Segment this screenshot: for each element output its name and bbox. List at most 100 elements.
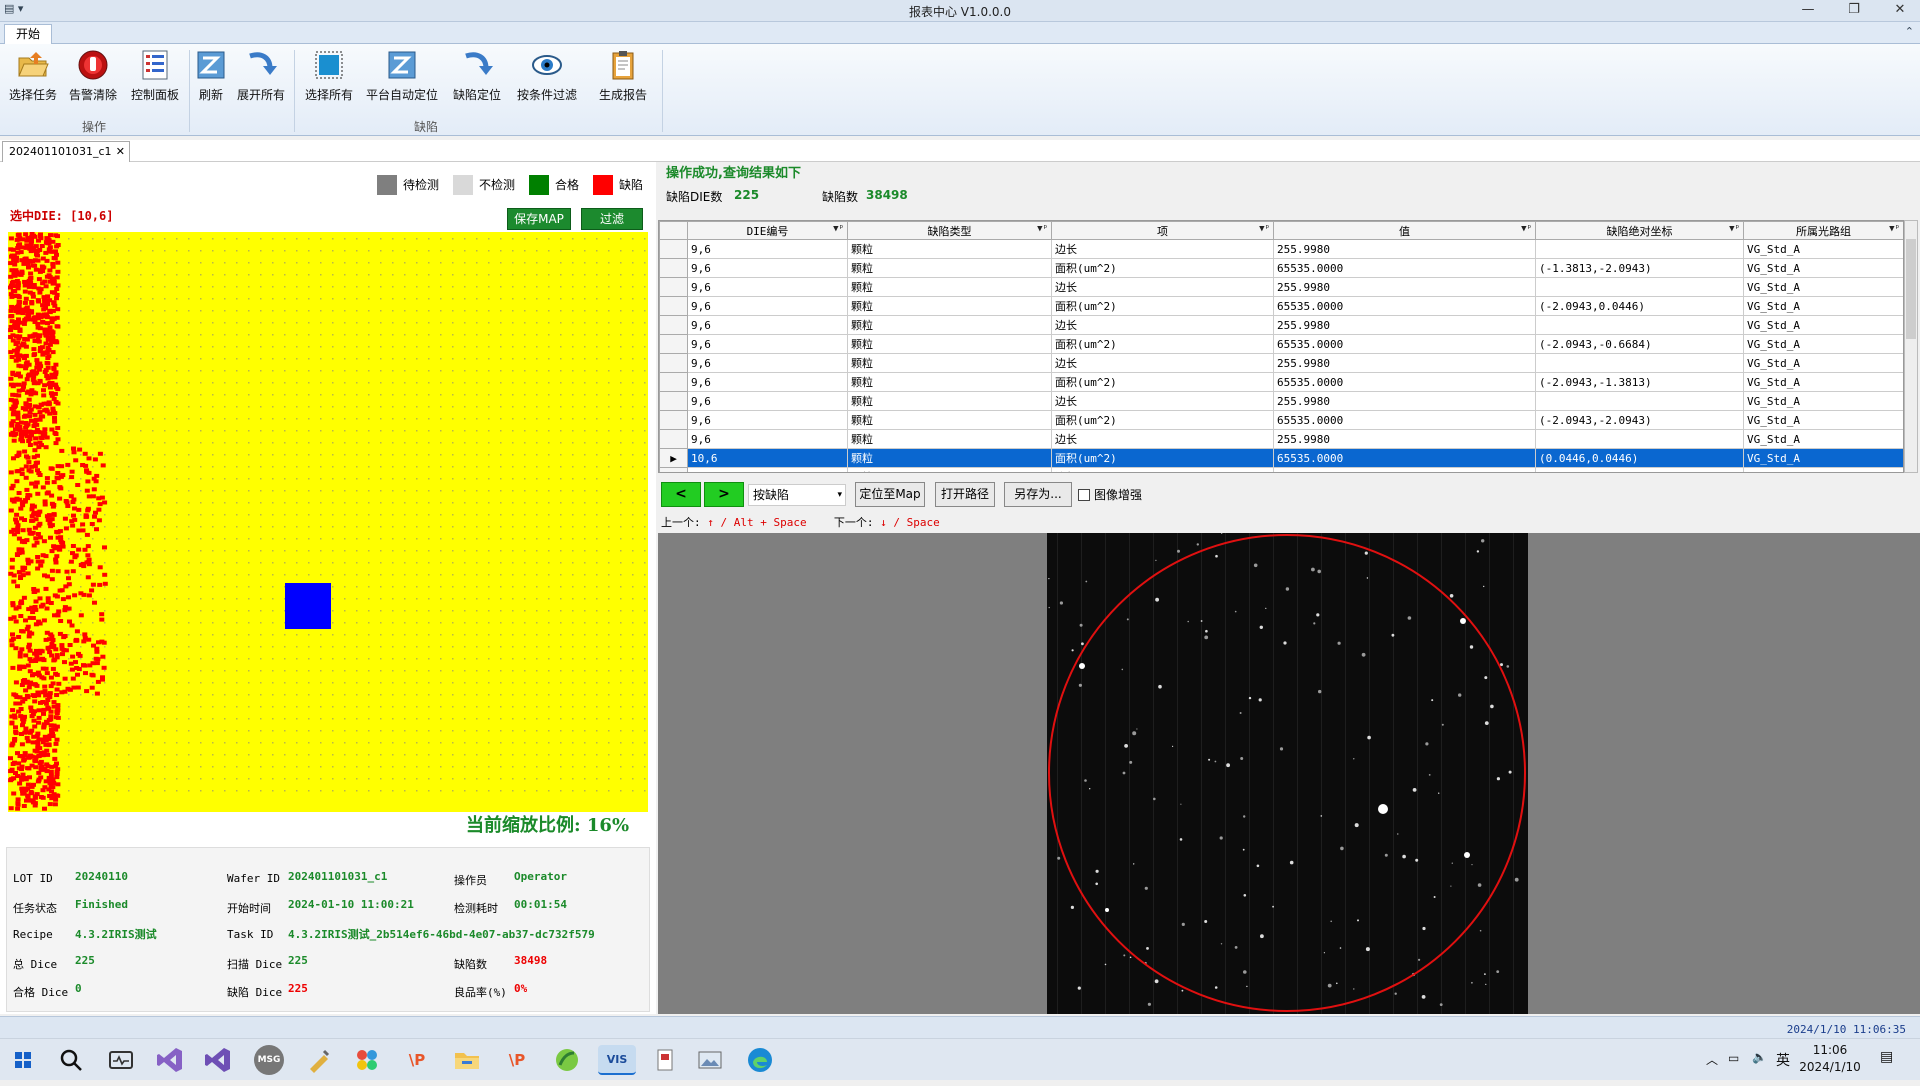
defect-die-mark bbox=[42, 306, 48, 311]
generate-report-button[interactable]: 生成报告 bbox=[596, 48, 650, 103]
row-header[interactable] bbox=[659, 429, 688, 449]
next-defect-button[interactable]: > bbox=[704, 482, 744, 507]
msg-app-icon[interactable]: MSG bbox=[254, 1045, 284, 1075]
row-header[interactable] bbox=[659, 296, 688, 316]
table-row[interactable]: 9,6 颗粒 边长 255.9980 VG_Std_A bbox=[659, 353, 1903, 373]
wafer-map[interactable] bbox=[8, 232, 648, 812]
row-header[interactable]: ▶ bbox=[659, 448, 688, 468]
clock-date[interactable]: 2024/1/10 bbox=[1796, 1060, 1864, 1074]
edge-browser-icon[interactable] bbox=[745, 1045, 775, 1075]
ime-indicator[interactable]: 英 bbox=[1776, 1050, 1790, 1070]
table-row[interactable]: 9,6 颗粒 面积(um^2) 65535.0000 (-2.0943,-2.0943)… bbox=[659, 410, 1903, 430]
checkbox-box[interactable] bbox=[1078, 489, 1090, 501]
navigation-mode-select[interactable]: 按缺陷 ▾ bbox=[748, 484, 846, 506]
column-header[interactable]: 项 ▼ᵖ bbox=[1051, 221, 1274, 240]
close-button[interactable]: ✕ bbox=[1880, 2, 1920, 17]
die-dot bbox=[260, 238, 262, 240]
vp-app-2-icon[interactable]: \P bbox=[502, 1045, 532, 1075]
row-header[interactable] bbox=[659, 334, 688, 354]
tab-start[interactable]: 开始 bbox=[4, 24, 52, 45]
selected-die-marker[interactable] bbox=[285, 583, 331, 629]
vis-app-icon[interactable]: VIS bbox=[598, 1045, 636, 1075]
picture-viewer-icon[interactable] bbox=[695, 1045, 725, 1075]
die-dot bbox=[104, 238, 106, 240]
row-header[interactable] bbox=[659, 258, 688, 278]
table-row[interactable]: 9,6 颗粒 面积(um^2) 65535.0000 (-2.0943,0.0446) V… bbox=[659, 296, 1903, 316]
windows-start-icon[interactable] bbox=[8, 1045, 38, 1075]
volume-icon[interactable]: 🔈 bbox=[1752, 1050, 1767, 1064]
green-app-icon[interactable] bbox=[552, 1045, 582, 1075]
control-panel-button[interactable]: 控制面板 bbox=[128, 48, 182, 103]
column-header[interactable]: 缺陷类型 ▼ᵖ bbox=[847, 221, 1052, 240]
select-task-button[interactable]: 选择任务 bbox=[6, 48, 60, 103]
defect-locate-button[interactable]: 缺陷定位 bbox=[450, 48, 504, 103]
column-header[interactable]: 缺陷绝对坐标 ▼ᵖ bbox=[1535, 221, 1744, 240]
table-row[interactable]: 9,6 颗粒 边长 255.9980 VG_Std_A bbox=[659, 429, 1903, 449]
select-all-button[interactable]: 选择所有 bbox=[302, 48, 356, 103]
filter-button[interactable]: 过滤 bbox=[581, 208, 643, 230]
column-header[interactable]: 值 ▼ᵖ bbox=[1273, 221, 1536, 240]
clock-time[interactable]: 11:06 bbox=[1800, 1043, 1860, 1057]
table-row[interactable]: 9,6 颗粒 边长 255.9980 VG_Std_A bbox=[659, 239, 1903, 259]
die-image[interactable] bbox=[1047, 533, 1528, 1014]
refresh-button[interactable]: 刷新 bbox=[194, 48, 228, 103]
filter-icon[interactable]: ▼ᵖ bbox=[833, 224, 844, 234]
table-row[interactable]: 9,6 颗粒 边长 255.9980 VG_Std_A bbox=[659, 391, 1903, 411]
die-image-canvas[interactable] bbox=[1047, 533, 1528, 1014]
save-map-button[interactable]: 保存MAP bbox=[507, 208, 571, 230]
row-header[interactable] bbox=[659, 353, 688, 373]
table-row[interactable]: 9,6 颗粒 边长 255.9980 VG_Std_A bbox=[659, 315, 1903, 335]
filter-icon[interactable]: ▼ᵖ bbox=[1889, 224, 1900, 234]
row-header[interactable] bbox=[659, 277, 688, 297]
chevron-up-icon[interactable]: ︿ bbox=[1706, 1051, 1718, 1068]
row-header[interactable] bbox=[659, 391, 688, 411]
restore-button[interactable]: ❐ bbox=[1834, 2, 1874, 17]
search-icon[interactable] bbox=[56, 1045, 86, 1075]
row-header[interactable] bbox=[659, 239, 688, 259]
table-row[interactable]: ▶ 10,6 颗粒 面积(um^2) 65535.0000 (0.0446,0.0446)… bbox=[659, 448, 1903, 468]
palette-icon[interactable] bbox=[352, 1045, 382, 1075]
folder-icon[interactable] bbox=[452, 1045, 482, 1075]
visual-studio-2-icon[interactable] bbox=[203, 1045, 233, 1075]
row-header[interactable] bbox=[659, 372, 688, 392]
wafer-map-canvas[interactable] bbox=[8, 232, 648, 812]
table-row[interactable]: 9,6 颗粒 边长 255.9980 VG_Std_A bbox=[659, 277, 1903, 297]
minimize-button[interactable]: — bbox=[1788, 2, 1828, 17]
table-row[interactable]: 9,6 颗粒 面积(um^2) 65535.0000 (-2.0943,-0.6684)… bbox=[659, 334, 1903, 354]
document-tab[interactable]: 202401101031_c1 ✕ bbox=[2, 141, 130, 162]
filter-icon[interactable]: ▼ᵖ bbox=[1521, 224, 1532, 234]
tools-icon[interactable] bbox=[304, 1045, 334, 1075]
previous-defect-button[interactable]: < bbox=[661, 482, 701, 507]
ribbon-collapse-icon[interactable]: ⌃ bbox=[1905, 25, 1914, 38]
table-row[interactable]: 9,6 颗粒 面积(um^2) 65535.0000 (-1.3813,-2.0943)… bbox=[659, 258, 1903, 278]
filter-by-condition-button[interactable]: 按条件过滤 bbox=[514, 48, 580, 103]
platform-auto-locate-button[interactable]: 平台自动定位 bbox=[364, 48, 440, 103]
visual-studio-icon[interactable] bbox=[155, 1045, 185, 1075]
row-header[interactable] bbox=[659, 410, 688, 430]
filter-icon[interactable]: ▼ᵖ bbox=[1259, 224, 1270, 234]
column-header[interactable]: DIE编号 ▼ᵖ bbox=[687, 221, 848, 240]
table-row[interactable]: 9,6 颗粒 面积(um^2) 65535.0000 (-2.0943,-1.3813)… bbox=[659, 372, 1903, 392]
scrollbar-thumb[interactable] bbox=[1906, 239, 1916, 339]
die-dot bbox=[452, 694, 454, 696]
document-icon[interactable] bbox=[650, 1045, 680, 1075]
close-tab-icon[interactable]: ✕ bbox=[116, 142, 125, 161]
defect-table[interactable]: DIE编号 ▼ᵖ 缺陷类型 ▼ᵖ 项 ▼ᵖ 值 ▼ᵖ 缺陷绝对坐标 ▼ᵖ 所属光路组 ▼ᵖ 9,6 颗粒… bbox=[658, 220, 1904, 473]
column-header[interactable]: 所属光路组 ▼ᵖ bbox=[1743, 221, 1903, 240]
save-as-button[interactable]: 另存为... bbox=[1004, 482, 1072, 507]
notification-icon[interactable]: ▤ bbox=[1880, 1049, 1893, 1065]
vp-app-icon[interactable]: \P bbox=[402, 1045, 432, 1075]
filter-icon[interactable]: ▼ᵖ bbox=[1729, 224, 1740, 234]
row-header[interactable] bbox=[659, 315, 688, 335]
clear-alarm-button[interactable]: 告警清除 bbox=[66, 48, 120, 103]
task-monitor-icon[interactable] bbox=[106, 1045, 136, 1075]
open-path-button[interactable]: 打开路径 bbox=[935, 482, 995, 507]
filter-icon[interactable]: ▼ᵖ bbox=[1037, 224, 1048, 234]
image-enhance-checkbox[interactable]: 图像增强 bbox=[1078, 486, 1142, 503]
network-icon[interactable]: ▭ bbox=[1728, 1051, 1739, 1065]
table-row[interactable]: 10,6颗粒边长255.9980VG_Std_A bbox=[659, 467, 1903, 472]
row-header[interactable] bbox=[659, 467, 688, 472]
expand-all-button[interactable]: 展开所有 bbox=[234, 48, 288, 103]
table-scrollbar[interactable] bbox=[1904, 220, 1918, 473]
locate-to-map-button[interactable]: 定位至Map bbox=[855, 482, 925, 507]
